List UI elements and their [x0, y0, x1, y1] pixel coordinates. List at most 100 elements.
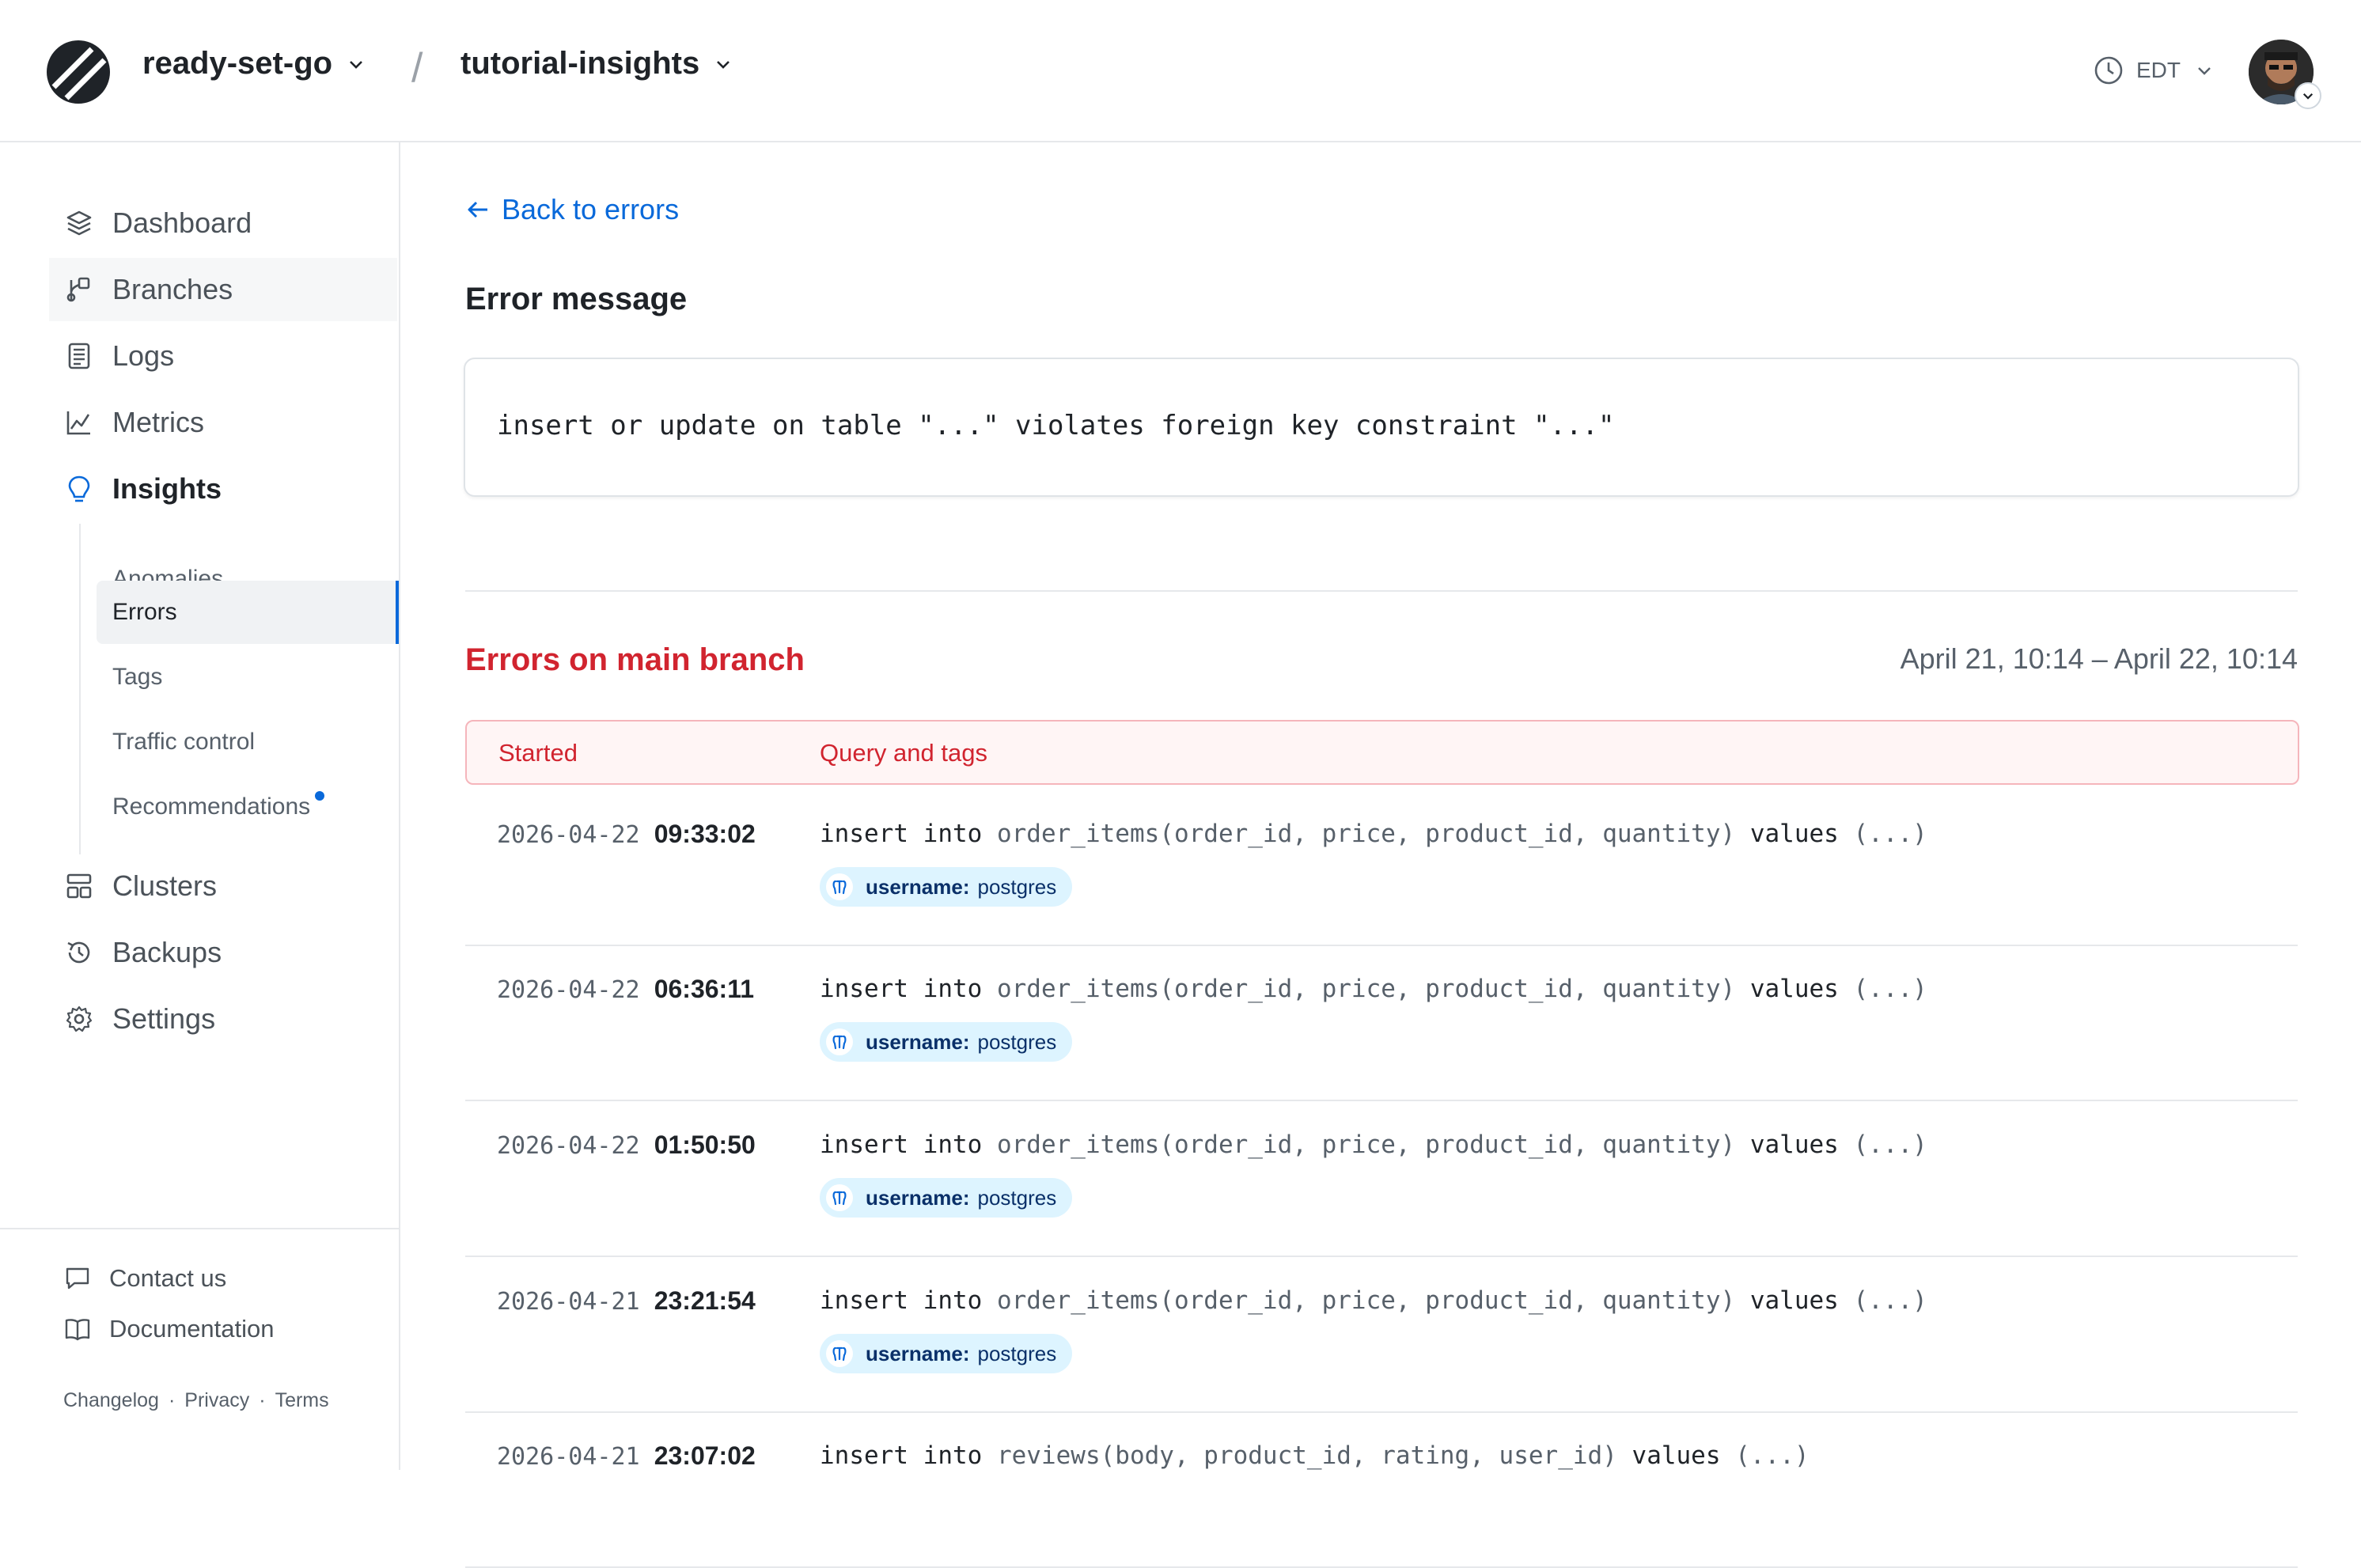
query-target: order_items(order_id, price, product_id,… [996, 975, 1736, 1003]
clusters-icon [66, 873, 92, 899]
error-message-text: insert or update on table "..." violates… [497, 410, 1615, 441]
subitem-label: Traffic control [112, 729, 256, 755]
username-tag[interactable]: username: postgres [820, 1022, 1073, 1062]
back-to-errors-link[interactable]: Back to errors [465, 193, 679, 226]
sidebar: Dashboard Branches Logs Metrics Insights… [0, 142, 400, 1470]
account-menu-button[interactable] [2295, 82, 2321, 109]
table-row[interactable]: 2026-04-22 09:33:02 insert into order_ite… [465, 791, 2298, 946]
changelog-link[interactable]: Changelog [63, 1389, 159, 1412]
sidebar-subitem-recommendations[interactable]: Recommendations [97, 775, 399, 839]
documentation-link[interactable]: Documentation [63, 1315, 275, 1343]
started-time: 23:07:02 [654, 1441, 756, 1470]
book-icon [65, 1319, 90, 1341]
contact-us-label: Contact us [109, 1264, 227, 1292]
history-icon [67, 941, 90, 964]
sidebar-subitem-traffic-control[interactable]: Traffic control [97, 710, 399, 774]
terms-link[interactable]: Terms [275, 1389, 329, 1412]
timezone-selector[interactable]: EDT [2094, 55, 2214, 85]
query-args: (...) [1853, 975, 1927, 1003]
query-target: order_items(order_id, price, product_id,… [996, 1131, 1736, 1159]
started-cell: 2026-04-22 09:33:02 [497, 820, 756, 849]
started-time: 09:33:02 [654, 820, 756, 848]
sidebar-subitem-errors[interactable]: Errors [97, 581, 399, 644]
query-keyword: insert [820, 975, 908, 1003]
table-row[interactable]: 2026-04-22 06:36:11 insert into order_ite… [465, 946, 2298, 1101]
privacy-link[interactable]: Privacy [184, 1389, 249, 1412]
tag-key: username: [866, 1185, 970, 1210]
column-started: Started [498, 739, 578, 767]
query-keyword: into [923, 820, 983, 848]
sidebar-item-label: Clusters [112, 869, 218, 902]
started-date: 2026-04-21 [497, 1288, 640, 1316]
error-message-box: insert or update on table "..." violates… [464, 358, 2299, 497]
query-text: insert into reviews(body, product_id, ra… [820, 1441, 1810, 1470]
query-keyword: values [1631, 1441, 1721, 1470]
query-args: (...) [1853, 1286, 1927, 1315]
query-target: order_items(order_id, price, product_id,… [996, 820, 1736, 848]
query-target: order_items(order_id, price, product_id,… [996, 1286, 1736, 1315]
section-divider [465, 590, 2298, 592]
sidebar-item-branches[interactable]: Branches [49, 258, 397, 321]
chevron-down-icon [350, 60, 362, 69]
chevron-down-icon [2302, 93, 2314, 100]
time-range: April 21, 10:14 – April 22, 10:14 [1900, 642, 2298, 675]
query-keyword: insert [820, 1286, 908, 1315]
tag-key: username: [866, 1341, 970, 1365]
username-tag[interactable]: username: postgres [820, 867, 1073, 907]
username-tag[interactable]: username: postgres [820, 1178, 1073, 1218]
database-name: tutorial-insights [460, 46, 700, 81]
table-row[interactable]: 2026-04-21 23:21:54 insert into order_ite… [465, 1258, 2298, 1413]
top-bar: ready-set-go / tutorial-insights EDT [0, 0, 2361, 142]
started-time: 01:50:50 [654, 1131, 756, 1159]
org-switcher[interactable]: ready-set-go [142, 46, 366, 81]
started-date: 2026-04-22 [497, 821, 640, 849]
sidebar-item-backups[interactable]: Backups [49, 921, 397, 984]
sidebar-item-dashboard[interactable]: Dashboard [49, 191, 397, 255]
sidebar-item-metrics[interactable]: Metrics [49, 391, 397, 454]
back-label: Back to errors [502, 193, 680, 225]
tag-value: postgres [977, 1185, 1057, 1210]
query-args: (...) [1735, 1441, 1810, 1470]
username-tag[interactable]: username: postgres [820, 1334, 1073, 1373]
query-keyword: insert [820, 1131, 908, 1159]
started-cell: 2026-04-21 23:07:02 [497, 1441, 756, 1471]
sidebar-item-insights[interactable]: Insights [49, 457, 397, 521]
tag-value: postgres [977, 874, 1057, 899]
table-row[interactable]: 2026-04-21 23:07:02 insert into reviews(b… [465, 1413, 2298, 1568]
sidebar-item-label: Settings [112, 1002, 216, 1035]
sidebar-divider [0, 1228, 399, 1229]
sidebar-item-clusters[interactable]: Clusters [49, 854, 397, 918]
query-args: (...) [1853, 820, 1927, 848]
started-time: 06:36:11 [654, 975, 755, 1003]
query-keyword: into [923, 1131, 983, 1159]
clock-icon [2094, 56, 2123, 85]
query-text: insert into order_items(order_id, price,… [820, 1131, 1927, 1159]
started-date: 2026-04-21 [497, 1443, 640, 1471]
query-target: reviews(body, product_id, rating, user_i… [996, 1441, 1617, 1470]
column-query-and-tags: Query and tags [820, 739, 987, 767]
sidebar-item-label: Logs [112, 339, 175, 372]
breadcrumb-separator: / [411, 45, 423, 91]
sidebar-item-label: Metrics [112, 406, 204, 438]
database-switcher[interactable]: tutorial-insights [460, 46, 733, 81]
table-header: Started Query and tags [465, 720, 2299, 785]
lightbulb-icon [68, 475, 90, 502]
chart-icon [66, 411, 90, 435]
chat-icon [66, 1267, 89, 1290]
sidebar-item-settings[interactable]: Settings [49, 987, 397, 1051]
org-name: ready-set-go [142, 46, 333, 81]
query-text: insert into order_items(order_id, price,… [820, 820, 1927, 848]
postgres-icon [826, 1028, 853, 1055]
layers-icon [66, 210, 92, 236]
subitem-label: Errors [112, 599, 177, 625]
gear-icon [66, 1006, 93, 1032]
sidebar-subitem-tags[interactable]: Tags [97, 646, 399, 709]
query-keyword: into [923, 1286, 983, 1315]
chevron-down-icon [717, 60, 730, 69]
table-row[interactable]: 2026-04-22 01:50:50 insert into order_ite… [465, 1102, 2298, 1257]
separator-dot: · [168, 1389, 176, 1411]
contact-us-link[interactable]: Contact us [63, 1264, 226, 1293]
logo-icon[interactable] [46, 40, 111, 104]
query-keyword: values [1749, 1286, 1839, 1315]
sidebar-item-logs[interactable]: Logs [49, 324, 397, 388]
